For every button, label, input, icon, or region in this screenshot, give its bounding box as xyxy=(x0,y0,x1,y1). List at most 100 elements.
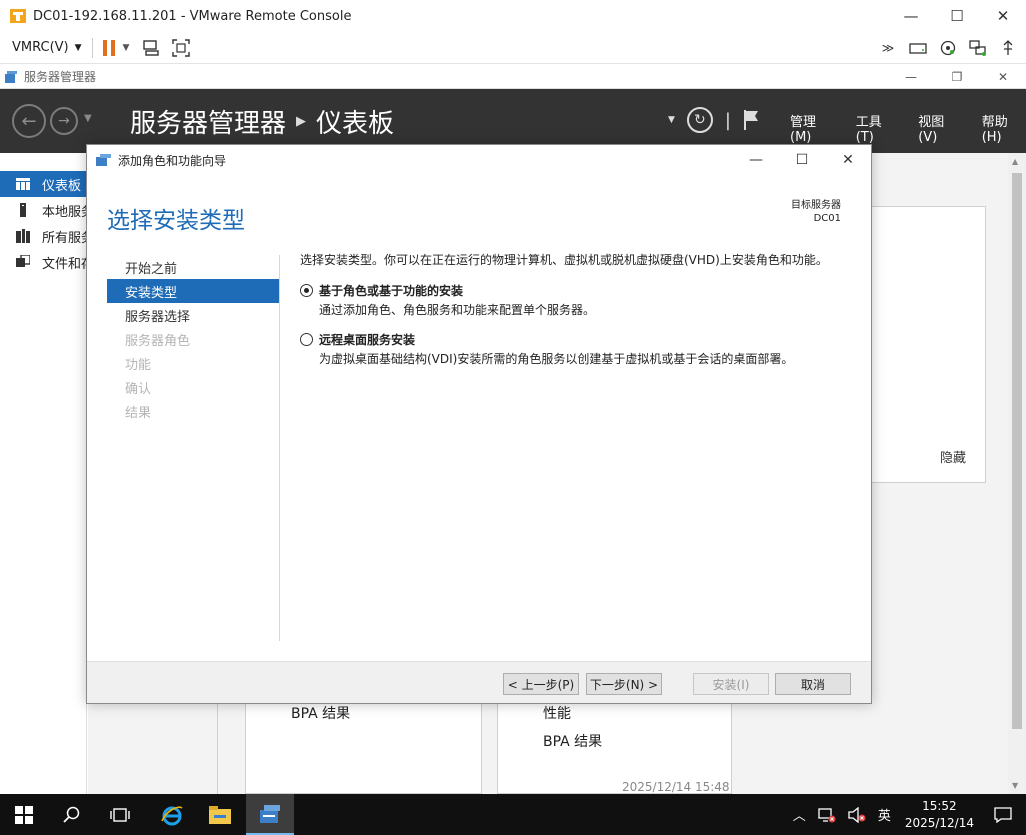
wizard-main: 选择安装类型。你可以在正在运行的物理计算机、虚拟机或脱机虚拟硬盘(VHD)上安装… xyxy=(300,251,850,380)
notifications-flag-icon[interactable] xyxy=(743,109,761,131)
forward-button[interactable]: → xyxy=(50,107,78,135)
pause-dropdown-icon[interactable]: ▼ xyxy=(123,43,130,53)
step-results: 结果 xyxy=(125,405,152,421)
content-scrollbar[interactable]: ▲ ▼ xyxy=(1008,153,1026,794)
step-server-selection[interactable]: 服务器选择 xyxy=(107,303,279,327)
vmrc-menu[interactable]: VMRC(V) ▼ xyxy=(12,40,82,55)
server-icon xyxy=(20,203,26,217)
wizard-icon xyxy=(96,154,111,166)
windows-logo-icon xyxy=(15,805,33,824)
minimize-button[interactable]: — xyxy=(888,0,934,32)
server-manager-menu: 管理(M) 工具(T) 视图(V) 帮助(H) xyxy=(790,111,1026,145)
content-divider xyxy=(217,703,218,794)
option-title: 基于角色或基于功能的安装 xyxy=(319,284,464,298)
server-manager-taskbar-icon[interactable] xyxy=(246,794,294,835)
install-button: 安装(I) xyxy=(693,673,769,695)
network-icon[interactable] xyxy=(818,807,836,823)
breadcrumb: 服务器管理器 ▶ 仪表板 xyxy=(130,103,394,140)
task-view-icon[interactable] xyxy=(96,794,144,835)
step-confirmation: 确认 xyxy=(125,381,152,397)
performance-right[interactable]: 性能 xyxy=(543,703,571,723)
breadcrumb-root[interactable]: 服务器管理器 xyxy=(130,103,286,140)
hide-link[interactable]: 隐藏 xyxy=(940,447,966,466)
sm-minimize-button[interactable]: — xyxy=(888,65,934,89)
step-before-you-begin[interactable]: 开始之前 xyxy=(107,255,279,279)
wizard-footer: < 上一步(P) 下一步(N) > 安装(I) 取消 xyxy=(87,661,871,703)
file-explorer-icon[interactable] xyxy=(196,794,244,835)
menu-tools[interactable]: 工具(T) xyxy=(856,111,899,145)
wizard-minimize-button[interactable]: — xyxy=(733,145,779,175)
toolbar-divider xyxy=(91,37,93,58)
more-icon[interactable]: ≫ xyxy=(876,36,900,60)
hard-disk-icon[interactable] xyxy=(906,36,930,60)
show-hidden-icons-icon[interactable]: ︿ xyxy=(793,805,806,824)
scroll-up-icon[interactable]: ▲ xyxy=(1012,157,1018,166)
sm-close-button[interactable]: ✕ xyxy=(980,65,1026,89)
radio-remote-desktop[interactable] xyxy=(300,333,313,346)
radio-role-based[interactable] xyxy=(300,284,313,297)
refresh-icon[interactable]: ↻ xyxy=(686,107,713,133)
wizard-title-bar: 添加角色和功能向导 — ☐ ✕ xyxy=(87,145,871,175)
volume-icon[interactable] xyxy=(848,806,866,823)
wizard-page-heading: 选择安装类型 xyxy=(107,208,245,234)
sidebar-item-label: 仪表板 xyxy=(42,178,82,194)
notifications-icon[interactable] xyxy=(994,806,1012,823)
sidebar-item-label: 本地服务器 xyxy=(42,204,86,220)
start-button[interactable] xyxy=(0,794,48,835)
usb-icon[interactable] xyxy=(996,36,1020,60)
sidebar-item-file-storage[interactable]: 文件和存储服务 xyxy=(0,249,86,275)
menu-manage[interactable]: 管理(M) xyxy=(790,111,836,145)
wizard-steps: 开始之前 安装类型 服务器选择 服务器角色 功能 确认 结果 xyxy=(107,255,279,423)
internet-explorer-icon[interactable] xyxy=(148,794,196,835)
servers-icon xyxy=(16,229,30,243)
bpa-results-right[interactable]: BPA 结果 xyxy=(543,731,602,751)
breadcrumb-separator-icon: ▶ xyxy=(296,114,307,129)
clock-date: 2025/12/14 xyxy=(904,815,974,830)
network-adapter-icon[interactable] xyxy=(966,36,990,60)
scrollbar-thumb[interactable] xyxy=(1012,173,1022,729)
sidebar-item-dashboard[interactable]: 仪表板 xyxy=(0,171,86,197)
menu-help[interactable]: 帮助(H) xyxy=(982,111,1026,145)
bpa-results-left[interactable]: BPA 结果 xyxy=(291,703,350,723)
send-ctrl-alt-del-icon[interactable] xyxy=(139,36,163,60)
sidebar-item-label: 所有服务器 xyxy=(42,230,86,246)
destination-server-value: DC01 xyxy=(813,213,841,224)
step-server-roles: 服务器角色 xyxy=(125,333,191,349)
vmware-logo-icon xyxy=(10,9,26,23)
sidebar-item-local-server[interactable]: 本地服务器 xyxy=(0,197,86,223)
windows-taskbar: ︿ 英 15:52 2025/12/14 xyxy=(0,794,1026,835)
maximize-button[interactable]: ☐ xyxy=(934,0,980,32)
next-button[interactable]: 下一步(N) > xyxy=(586,673,662,695)
pause-icon[interactable] xyxy=(102,39,115,56)
wizard-title: 添加角色和功能向导 xyxy=(118,153,227,168)
option-role-based[interactable]: 基于角色或基于功能的安装 通过添加角色、角色服务和功能来配置单个服务器。 xyxy=(300,282,850,318)
option-description: 通过添加角色、角色服务和功能来配置单个服务器。 xyxy=(319,303,596,317)
sm-restore-button[interactable]: ❐ xyxy=(934,65,980,89)
sidebar-item-all-servers[interactable]: 所有服务器 xyxy=(0,223,86,249)
previous-button[interactable]: < 上一步(P) xyxy=(503,673,579,695)
wizard-maximize-button[interactable]: ☐ xyxy=(779,145,825,175)
cd-rom-icon[interactable] xyxy=(936,36,960,60)
dashboard-icon xyxy=(16,178,30,190)
option-description: 为虚拟桌面基础结构(VDI)安装所需的角色服务以创建基于虚拟机或基于会话的桌面部… xyxy=(319,352,794,366)
search-icon[interactable] xyxy=(48,794,96,835)
menu-view[interactable]: 视图(V) xyxy=(918,111,961,145)
wizard-close-button[interactable]: ✕ xyxy=(825,145,871,175)
clock[interactable]: 15:52 2025/12/14 xyxy=(905,798,974,832)
close-button[interactable]: ✕ xyxy=(980,0,1026,32)
fullscreen-icon[interactable] xyxy=(169,36,193,60)
input-method-indicator[interactable]: 英 xyxy=(878,805,891,824)
option-remote-desktop[interactable]: 远程桌面服务安装 为虚拟桌面基础结构(VDI)安装所需的角色服务以创建基于虚拟机… xyxy=(300,331,850,367)
scroll-down-icon[interactable]: ▼ xyxy=(1012,781,1018,790)
server-manager-window-title: 服务器管理器 xyxy=(24,70,97,84)
add-roles-wizard-dialog: 添加角色和功能向导 — ☐ ✕ 选择安装类型 目标服务器 DC01 开始之前 安… xyxy=(86,144,872,704)
storage-icon xyxy=(16,255,30,267)
refresh-dropdown-icon[interactable]: ▼ xyxy=(668,115,675,125)
sidebar-item-label: 文件和存储服务 xyxy=(42,256,86,272)
role-card-left xyxy=(245,703,482,794)
cancel-button[interactable]: 取消 xyxy=(775,673,851,695)
step-installation-type[interactable]: 安装类型 xyxy=(107,279,279,303)
clock-time: 15:52 xyxy=(922,798,957,813)
back-button[interactable]: ← xyxy=(12,104,46,138)
history-dropdown-icon[interactable]: ▼ xyxy=(84,113,92,124)
